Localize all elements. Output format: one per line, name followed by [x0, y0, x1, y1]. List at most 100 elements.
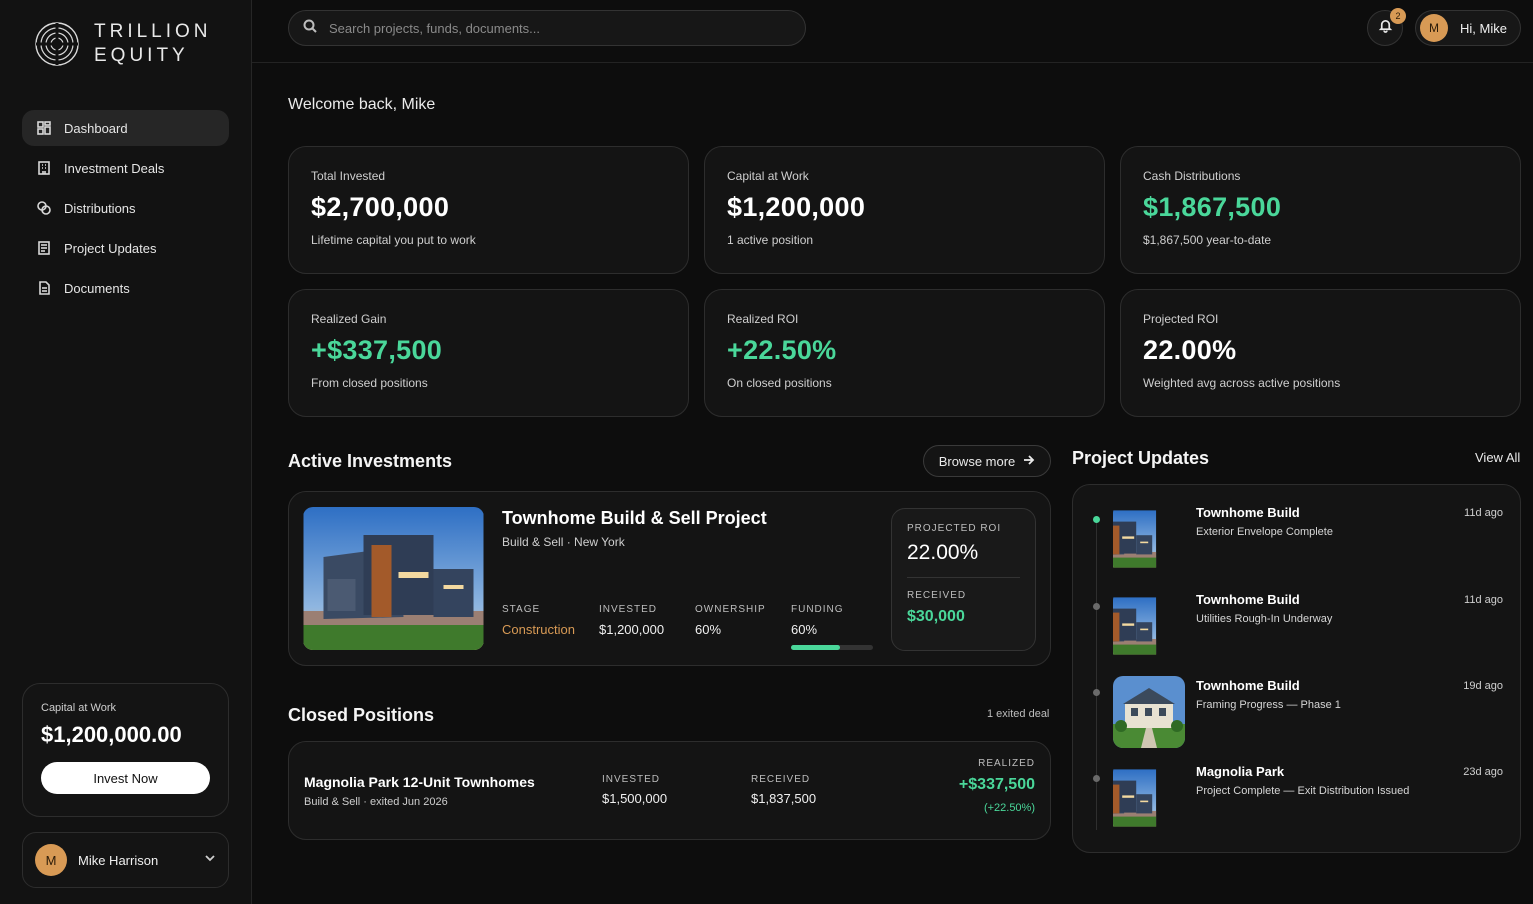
sidebar-item-label: Investment Deals: [64, 160, 165, 176]
welcome-heading: Welcome back, Mike: [288, 96, 436, 113]
sidebar-nav: Dashboard Investment Deals Distributions…: [22, 110, 229, 310]
active-investment-card[interactable]: Townhome Build & Sell Project Build & Se…: [288, 491, 1051, 666]
stat-sub: $1,867,500 year-to-date: [1143, 233, 1272, 247]
topbar: 2 M Hi, Mike: [252, 0, 1533, 63]
notifications-button[interactable]: 2: [1367, 8, 1406, 46]
stat-sub: Weighted avg across active positions: [1143, 376, 1341, 390]
stat-label: Realized ROI: [727, 312, 799, 326]
stat-card-total-invested: Total Invested $2,700,000 Lifetime capit…: [288, 146, 689, 274]
metric-key: FUNDING: [791, 604, 844, 615]
update-title: Townhome Build: [1196, 505, 1300, 520]
update-time: 11d ago: [1464, 507, 1503, 519]
sidebar-item-documents[interactable]: Documents: [22, 270, 229, 306]
stat-value: 22.00%: [1143, 335, 1237, 365]
sidebar-item-investment-deals[interactable]: Investment Deals: [22, 150, 229, 186]
stat-card-projected-roi: Projected ROI 22.00% Weighted avg across…: [1120, 289, 1521, 417]
investment-subtitle: Build & Sell · New York: [502, 535, 625, 549]
stat-label: Cash Distributions: [1143, 169, 1241, 183]
main-content: 2 M Hi, Mike Welcome back, Mike Total In…: [252, 0, 1533, 904]
closed-metric-received: RECEIVED $1,837,500: [751, 774, 816, 806]
timeline-dot: [1093, 775, 1100, 782]
document-icon: [36, 280, 52, 296]
update-photo: [1113, 762, 1185, 834]
capital-card-value: $1,200,000.00: [41, 722, 182, 747]
search-icon: [303, 19, 317, 38]
update-subtitle: Project Complete — Exit Distribution Iss…: [1196, 785, 1410, 797]
newspaper-icon: [36, 240, 52, 256]
stat-card-realized-gain: Realized Gain +$337,500 From closed posi…: [288, 289, 689, 417]
investment-title: Townhome Build & Sell Project: [502, 508, 767, 528]
received-key: RECEIVED: [907, 590, 967, 601]
metric-stage: STAGE Construction: [502, 604, 575, 637]
stat-label: Realized Gain: [311, 312, 387, 326]
stat-card-realized-roi: Realized ROI +22.50% On closed positions: [704, 289, 1105, 417]
sidebar-item-project-updates[interactable]: Project Updates: [22, 230, 229, 266]
update-photo: [1113, 590, 1185, 662]
view-all-link[interactable]: View All: [1475, 450, 1520, 465]
metric-funding: FUNDING 60%: [791, 604, 844, 637]
update-item[interactable]: Magnolia Park Project Complete — Exit Di…: [1073, 762, 1522, 837]
roi-summary-box: PROJECTED ROI 22.00% RECEIVED $30,000: [891, 508, 1036, 651]
closed-title: Magnolia Park 12-Unit Townhomes: [304, 774, 535, 790]
coins-icon: [36, 200, 52, 216]
user-pill[interactable]: M Hi, Mike: [1415, 10, 1521, 46]
stat-label: Capital at Work: [727, 169, 809, 183]
update-time: 23d ago: [1463, 766, 1503, 778]
user-menu[interactable]: M Mike Harrison: [22, 832, 229, 888]
closed-positions-title: Closed Positions: [288, 705, 435, 725]
sidebar: TRILLION EQUITY Dashboard Investment Dea…: [0, 0, 252, 904]
project-updates-card: Townhome Build Exterior Envelope Complet…: [1072, 484, 1521, 853]
browse-more-label: Browse more: [938, 453, 1016, 469]
stat-value: $2,700,000: [311, 192, 450, 222]
stat-sub: On closed positions: [727, 376, 832, 390]
stat-label: Projected ROI: [1143, 312, 1219, 326]
greeting: Hi, Mike: [1460, 20, 1507, 36]
realized-percent: (+22.50%): [983, 802, 1035, 814]
roi-key: PROJECTED ROI: [907, 523, 1002, 534]
active-investments-title: Active Investments: [288, 451, 453, 471]
closed-realized: REALIZED +$337,500 (+22.50%): [959, 758, 1035, 814]
update-time: 19d ago: [1463, 680, 1503, 692]
metric-key: OWNERSHIP: [695, 604, 766, 615]
update-item[interactable]: Townhome Build Framing Progress — Phase …: [1073, 676, 1522, 751]
user-name: Mike Harrison: [78, 852, 159, 868]
brand[interactable]: TRILLION EQUITY: [34, 20, 212, 68]
metric-key: INVESTED: [599, 604, 658, 615]
funding-progress-fill: [791, 645, 841, 650]
update-photo: [1113, 503, 1185, 575]
update-subtitle: Utilities Rough-In Underway: [1196, 613, 1333, 625]
metric-value: $1,837,500: [751, 791, 817, 806]
update-subtitle: Exterior Envelope Complete: [1196, 526, 1333, 538]
search-bar[interactable]: [288, 10, 806, 46]
closed-position-card[interactable]: Magnolia Park 12-Unit Townhomes Build & …: [288, 741, 1051, 840]
roi-value: 22.00%: [907, 541, 979, 564]
sidebar-item-distributions[interactable]: Distributions: [22, 190, 229, 226]
sidebar-item-dashboard[interactable]: Dashboard: [22, 110, 229, 146]
building-icon: [36, 160, 52, 176]
metric-key: REALIZED: [978, 758, 1035, 769]
stat-value: +$337,500: [311, 335, 443, 365]
timeline-dot: [1093, 516, 1100, 523]
update-title: Magnolia Park: [1196, 764, 1285, 779]
search-input[interactable]: [329, 20, 769, 36]
update-subtitle: Framing Progress — Phase 1: [1196, 699, 1341, 711]
stat-value: $1,200,000: [727, 192, 866, 222]
brand-line2: EQUITY: [94, 45, 189, 66]
closed-metric-invested: INVESTED $1,500,000: [602, 774, 667, 806]
metric-value: Construction: [502, 622, 575, 637]
update-item[interactable]: Townhome Build Exterior Envelope Complet…: [1073, 503, 1522, 578]
metric-value: $1,200,000: [599, 622, 665, 637]
sidebar-item-label: Distributions: [64, 200, 136, 216]
invest-now-button[interactable]: Invest Now: [41, 762, 210, 794]
dashboard-icon: [36, 120, 52, 136]
metric-value: 60%: [791, 622, 818, 637]
capital-card-label: Capital at Work: [41, 702, 116, 714]
sidebar-item-label: Documents: [64, 280, 130, 296]
metric-value: 60%: [695, 622, 722, 637]
update-item[interactable]: Townhome Build Utilities Rough-In Underw…: [1073, 590, 1522, 665]
sidebar-item-label: Project Updates: [64, 240, 157, 256]
browse-more-button[interactable]: Browse more: [923, 445, 1051, 477]
chevron-down-icon[interactable]: [204, 851, 216, 869]
stats-grid: Total Invested $2,700,000 Lifetime capit…: [288, 146, 1521, 417]
metric-key: STAGE: [502, 604, 541, 615]
